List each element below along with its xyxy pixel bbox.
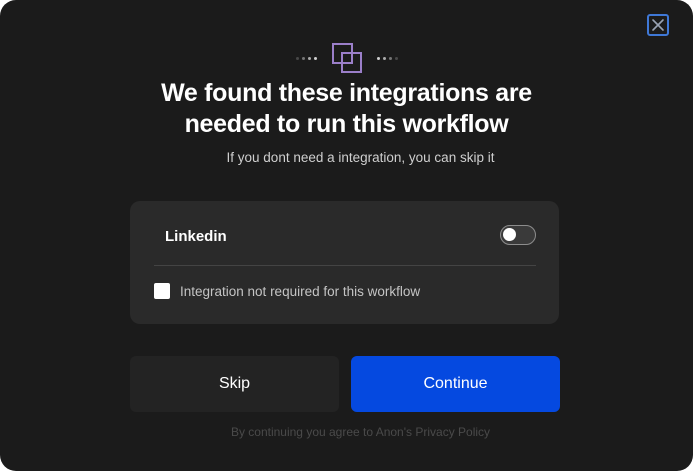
skip-button[interactable]: Skip <box>130 356 339 412</box>
hero-graphic <box>0 38 693 78</box>
title-line-1: We found these integrations are <box>161 79 532 107</box>
dialog-subtitle: If you dont need a integration, you can … <box>226 150 495 165</box>
dialog-title: We found these integrations are needed t… <box>0 78 693 140</box>
not-required-checkbox[interactable] <box>154 283 170 299</box>
privacy-footer: By continuing you agree to Anon's Privac… <box>230 425 491 439</box>
left-dots-decoration <box>295 56 317 60</box>
close-button[interactable] <box>647 14 669 36</box>
integration-toggle[interactable] <box>500 225 536 245</box>
integration-name: Linkedin <box>165 228 227 245</box>
divider <box>154 265 536 266</box>
not-required-label: Integration not required for this workfl… <box>180 284 421 299</box>
continue-button[interactable]: Continue <box>351 356 560 412</box>
integrations-dialog: We found these integrations are needed t… <box>0 0 693 471</box>
integration-card: Linkedin Integration not required for th… <box>130 201 559 324</box>
toggle-knob <box>503 228 516 241</box>
close-icon <box>652 19 664 31</box>
right-dots-decoration <box>376 56 398 60</box>
overlapping-squares-icon <box>331 43 362 73</box>
title-line-2: needed to run this workflow <box>184 110 509 138</box>
